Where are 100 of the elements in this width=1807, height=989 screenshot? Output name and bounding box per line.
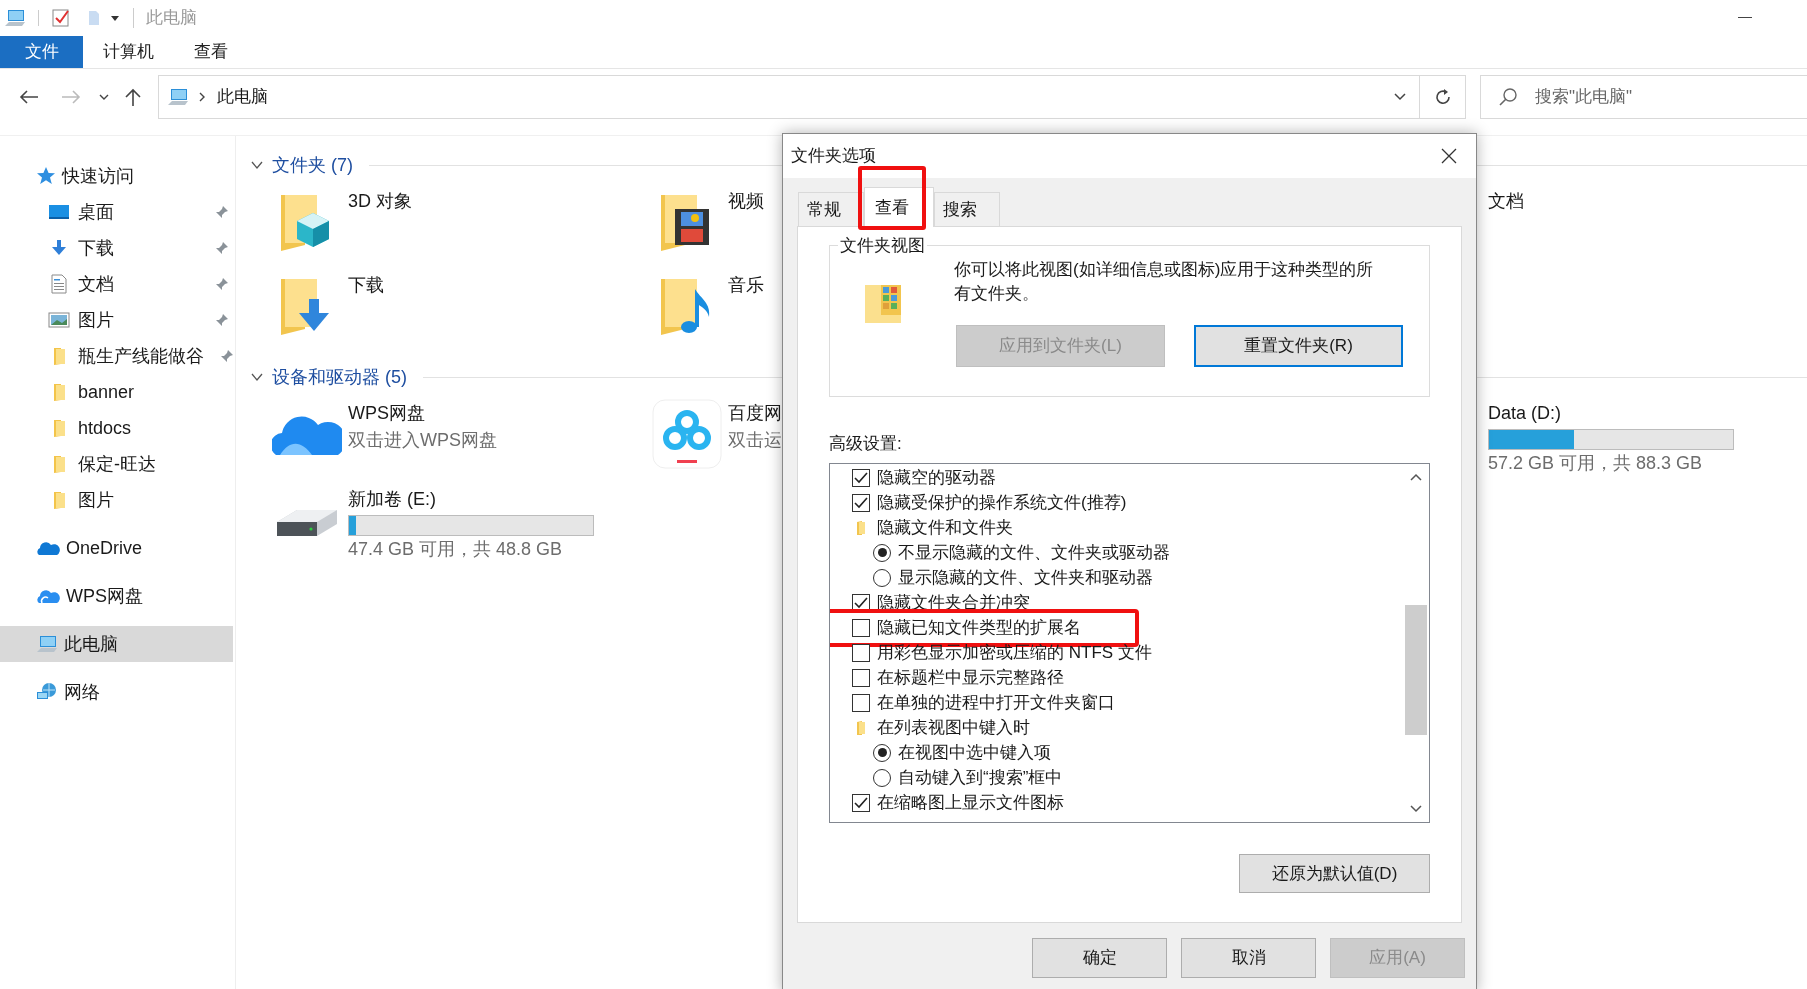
item-description: 双击运 (728, 429, 782, 452)
document-icon (50, 274, 68, 294)
dialog-title: 文件夹选项 (791, 145, 876, 168)
sidebar-item[interactable]: WPS网盘 (0, 578, 235, 614)
setting-row[interactable]: 隐藏空的驱动器 (830, 465, 1405, 490)
radio-button[interactable] (873, 543, 891, 562)
dialog-button[interactable]: 确定 (1032, 938, 1167, 978)
sidebar-item[interactable]: 快速访问 (0, 158, 235, 194)
radio-button[interactable] (873, 768, 891, 787)
computer-icon (167, 88, 189, 106)
desktop-icon (48, 203, 70, 221)
scroll-up-icon (1409, 471, 1423, 483)
dialog-tab[interactable]: 搜索 (934, 192, 1000, 226)
setting-label[interactable]: 在列表视图中键入时 (877, 714, 1030, 741)
sidebar-item[interactable]: banner (0, 374, 235, 410)
setting-row[interactable]: 用彩色显示加密或压缩的 NTFS 文件 (830, 640, 1405, 665)
setting-label[interactable]: 在视图中选中键入项 (898, 739, 1051, 766)
setting-row[interactable]: 在缩略图上显示文件图标 (830, 790, 1405, 815)
setting-label[interactable]: 在单独的进程中打开文件夹窗口 (877, 689, 1115, 716)
forward-arrow-icon (60, 89, 82, 105)
item-name[interactable]: 视频 (728, 188, 764, 215)
sidebar-item[interactable]: 瓶生产线能做谷 (0, 338, 235, 374)
setting-label[interactable]: 隐藏受保护的操作系统文件(推荐) (877, 489, 1127, 516)
up-arrow-icon (124, 87, 142, 107)
checkbox[interactable] (852, 618, 870, 637)
scroll-down-icon (1409, 803, 1423, 815)
setting-label[interactable]: 隐藏已知文件类型的扩展名 (877, 614, 1081, 641)
item-name[interactable]: 文档 (1488, 188, 1524, 215)
refresh-button[interactable] (1420, 75, 1466, 119)
dropdown-chevron-icon (1393, 92, 1407, 102)
checkbox[interactable] (852, 793, 870, 812)
item-description: 双击进入WPS网盘 (348, 429, 497, 452)
item-name[interactable]: Data (D:) (1488, 400, 1734, 427)
setting-label[interactable]: 在标题栏中显示完整路径 (877, 664, 1064, 691)
description-text: 你可以将此视图(如详细信息或图标)应用于这种类型的所有文件夹。 (954, 259, 1374, 305)
setting-row[interactable]: 隐藏受保护的操作系统文件(推荐) (830, 490, 1405, 515)
setting-label[interactable]: 隐藏文件和文件夹 (877, 514, 1013, 541)
computer-icon (36, 635, 58, 653)
section-header[interactable]: 设备和驱动器 (5) (272, 363, 407, 391)
setting-label[interactable]: 不显示隐藏的文件、文件夹或驱动器 (898, 539, 1170, 566)
sidebar-item[interactable]: 图片 (0, 302, 235, 338)
item-name[interactable]: 3D 对象 (348, 188, 412, 215)
setting-label[interactable]: 隐藏空的驱动器 (877, 464, 996, 491)
item-name[interactable]: 百度网 (728, 400, 782, 427)
item-name[interactable]: WPS网盘 (348, 400, 497, 427)
setting-label[interactable]: 用彩色显示加密或压缩的 NTFS 文件 (877, 639, 1152, 666)
section-header[interactable]: 文件夹 (7) (272, 151, 353, 179)
ribbon-tab[interactable]: 文件 (0, 36, 83, 68)
sidebar-item[interactable]: 保定-旺达 (0, 446, 235, 482)
rings-icon (651, 398, 723, 470)
setting-label[interactable]: 在缩略图上显示文件图标 (877, 789, 1064, 816)
sidebar-item[interactable]: 文档 (0, 266, 235, 302)
sidebar-item[interactable]: 网络 (0, 674, 235, 710)
checkbox[interactable] (852, 668, 870, 687)
new-folder-icon (87, 9, 101, 27)
search-icon (1498, 87, 1518, 107)
folder-icon (52, 418, 66, 438)
scroll-thumb[interactable] (1405, 605, 1427, 735)
item-name[interactable]: 音乐 (728, 272, 764, 299)
dialog-button[interactable]: 取消 (1181, 938, 1316, 978)
item-name[interactable]: 下载 (348, 272, 384, 299)
cloud-icon (36, 588, 60, 604)
dialog-tab[interactable]: 常规 (798, 192, 864, 226)
window-title: 此电脑 (146, 7, 197, 30)
path-segment[interactable]: 此电脑 (217, 84, 268, 110)
search-field[interactable]: 搜索"此电脑" (1480, 75, 1807, 119)
back-arrow-icon (18, 89, 40, 105)
sidebar-item[interactable]: 桌面 (0, 194, 235, 230)
sidebar-item[interactable]: 图片 (0, 482, 235, 518)
advanced-label: 高级设置: (829, 433, 903, 455)
sidebar-item[interactable]: 下载 (0, 230, 235, 266)
cloud-icon (36, 540, 60, 556)
folder-icon (856, 719, 866, 736)
folder-icon (52, 454, 66, 474)
checkbox[interactable] (852, 468, 870, 487)
folder-icon (52, 490, 66, 510)
restore-defaults-button[interactable]: 还原为默认值(D) (1239, 854, 1430, 893)
ribbon-tab[interactable]: 查看 (174, 36, 248, 68)
checkbox[interactable] (852, 493, 870, 512)
close-icon (1440, 147, 1458, 165)
setting-label[interactable]: 显示隐藏的文件、文件夹和驱动器 (898, 564, 1153, 591)
folder-icon (52, 346, 66, 366)
setting-row[interactable]: 在单独的进程中打开文件夹窗口 (830, 690, 1405, 715)
checkbox[interactable] (852, 693, 870, 712)
sidebar-item[interactable]: htdocs (0, 410, 235, 446)
dialog-tab[interactable]: 查看 (864, 187, 934, 227)
address-field[interactable]: 此电脑 (158, 75, 1420, 119)
radio-button[interactable] (873, 568, 891, 587)
folder-view-button[interactable]: 重置文件夹(R) (1194, 325, 1403, 367)
ribbon-tab[interactable]: 计算机 (83, 36, 174, 68)
computer-icon (4, 9, 26, 27)
sidebar-item[interactable]: OneDrive (0, 530, 235, 566)
sidebar-item[interactable]: 此电脑 (0, 626, 233, 662)
item-name[interactable]: 新加卷 (E:) (348, 486, 594, 513)
picture-icon (48, 312, 70, 328)
setting-label[interactable]: 自动键入到“搜索”框中 (898, 764, 1063, 791)
breadcrumb-chevron-icon (197, 91, 207, 103)
radio-button[interactable] (873, 743, 891, 762)
refresh-icon (1433, 88, 1452, 106)
setting-row[interactable]: 在标题栏中显示完整路径 (830, 665, 1405, 690)
